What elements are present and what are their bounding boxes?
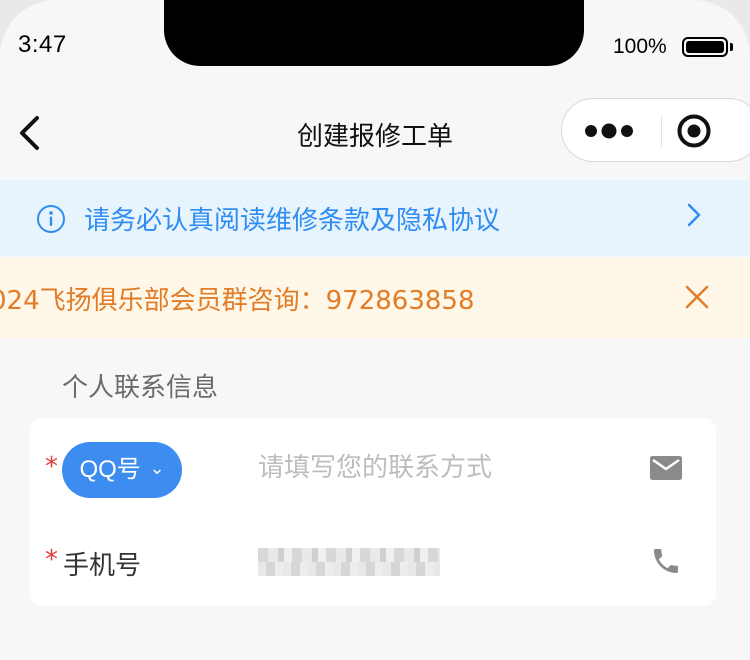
contact-type-selector[interactable]: QQ号 ⌄ <box>62 442 182 498</box>
battery-cap <box>730 43 733 51</box>
mail-icon[interactable] <box>650 456 682 482</box>
required-mark: * <box>45 452 58 482</box>
chevron-right-icon <box>687 203 701 227</box>
more-button[interactable] <box>582 119 642 143</box>
device-notch <box>164 0 584 66</box>
phone-label: 手机号 <box>63 551 142 581</box>
promo-close-button[interactable] <box>682 282 712 312</box>
terms-notice-text: 请务必认真阅读维修条款及隐私协议 <box>84 206 501 236</box>
required-mark: * <box>45 545 58 575</box>
close-mini-program-button[interactable] <box>674 111 714 151</box>
phone-screen: 3:47 100% 创建报修工单 请务必认真阅读维修条款及隐私协议 024飞扬俱… <box>0 0 750 660</box>
section-title: 个人联系信息 <box>62 373 219 403</box>
promo-marquee-text: 024飞扬俱乐部会员群咨询：972863858 <box>0 286 475 316</box>
terms-notice-bar[interactable]: 请务必认真阅读维修条款及隐私协议 <box>0 180 750 256</box>
more-dots-icon <box>585 123 633 139</box>
contact-type-label: QQ号 <box>79 456 141 483</box>
capsule-divider <box>661 115 662 147</box>
close-target-icon <box>677 114 711 148</box>
chevron-down-icon: ⌄ <box>149 458 165 478</box>
phone-icon[interactable] <box>650 545 682 577</box>
mini-program-capsule <box>561 98 750 162</box>
status-time: 3:47 <box>18 31 67 58</box>
contact-input[interactable] <box>258 448 618 488</box>
battery-icon <box>682 37 728 57</box>
close-icon <box>685 285 709 309</box>
info-icon <box>37 205 65 233</box>
battery-percentage: 100% <box>613 35 667 58</box>
phone-value-redacted[interactable] <box>258 548 440 576</box>
promo-marquee-bar: 024飞扬俱乐部会员群咨询：972863858 <box>0 258 750 338</box>
